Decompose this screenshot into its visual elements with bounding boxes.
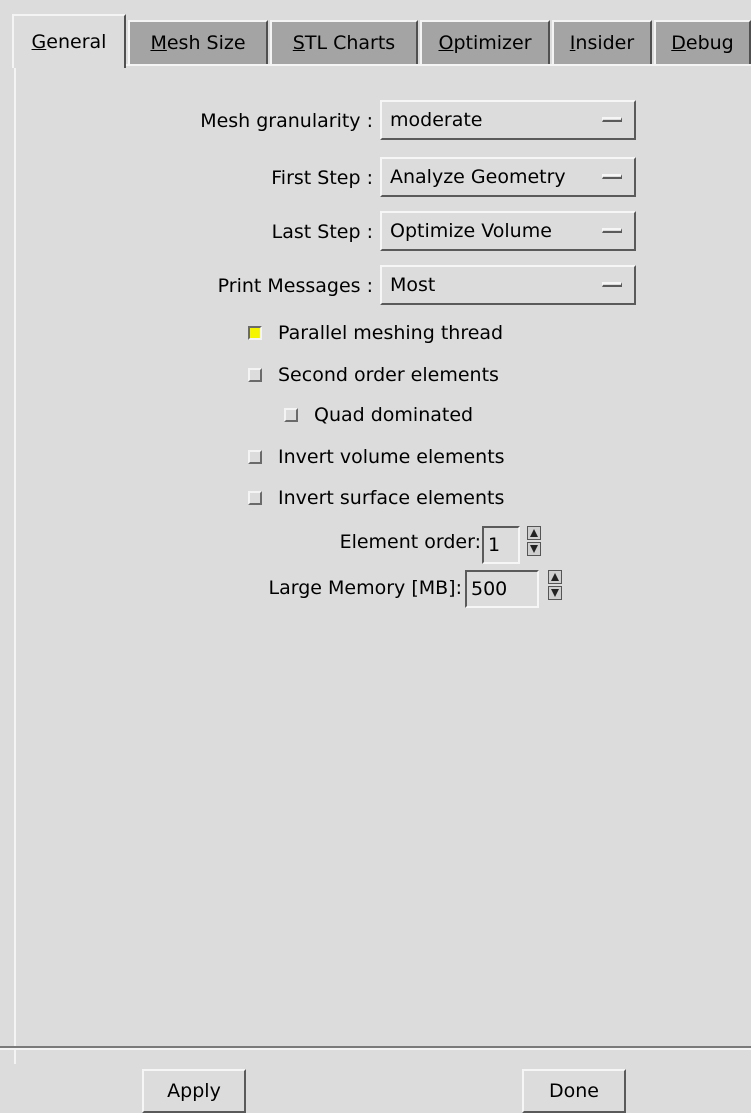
tab-insider-label: Insider <box>569 32 635 54</box>
tab-debug-label: Debug <box>671 32 734 54</box>
spin-down-icon[interactable] <box>527 542 541 556</box>
dropdown-indicator-icon <box>602 117 622 122</box>
spin-up-icon[interactable] <box>548 570 562 584</box>
tab-general-label: General <box>31 31 107 53</box>
element-order-label: Element order: <box>339 531 481 553</box>
invert-volume-checkbox-row[interactable]: Invert volume elements <box>248 446 505 468</box>
mesh-granularity-select[interactable]: moderate <box>380 100 636 140</box>
first-step-select[interactable]: Analyze Geometry <box>380 157 636 197</box>
spin-down-icon[interactable] <box>548 586 562 600</box>
apply-button[interactable]: Apply <box>142 1069 246 1113</box>
parallel-meshing-label: Parallel meshing thread <box>278 322 504 344</box>
invert-volume-label: Invert volume elements <box>278 446 505 468</box>
second-order-label: Second order elements <box>278 364 499 386</box>
mesh-granularity-label: Mesh granularity : <box>200 110 373 132</box>
tab-insider[interactable]: Insider <box>552 20 652 64</box>
apply-button-label: Apply <box>167 1080 221 1102</box>
invert-surface-checkbox[interactable] <box>248 491 262 505</box>
element-order-input[interactable]: 1 <box>482 526 520 564</box>
element-order-spinner <box>527 526 541 556</box>
parallel-meshing-checkbox[interactable] <box>248 326 262 340</box>
tab-optimizer-label: Optimizer <box>438 32 532 54</box>
first-step-value: Analyze Geometry <box>390 166 566 188</box>
done-button[interactable]: Done <box>522 1069 626 1113</box>
mesh-granularity-value: moderate <box>390 109 483 131</box>
last-step-label: Last Step : <box>271 221 373 243</box>
second-order-checkbox[interactable] <box>248 368 262 382</box>
print-messages-select[interactable]: Most <box>380 265 636 305</box>
dropdown-indicator-icon <box>602 228 622 233</box>
dropdown-indicator-icon <box>602 282 622 287</box>
tab-bar: General Mesh Size STL Charts Optimizer I… <box>0 0 751 68</box>
tab-optimizer[interactable]: Optimizer <box>420 20 550 64</box>
element-order-value: 1 <box>488 534 501 556</box>
large-memory-input[interactable]: 500 <box>465 570 539 608</box>
invert-surface-label: Invert surface elements <box>278 487 505 509</box>
large-memory-spinner <box>548 570 562 600</box>
last-step-select[interactable]: Optimize Volume <box>380 211 636 251</box>
dropdown-indicator-icon <box>602 174 622 179</box>
parallel-meshing-checkbox-row[interactable]: Parallel meshing thread <box>248 322 503 344</box>
bottom-separator-highlight <box>0 1048 751 1050</box>
last-step-value: Optimize Volume <box>390 220 552 242</box>
tab-mesh-size-label: Mesh Size <box>150 32 246 54</box>
done-button-label: Done <box>549 1080 599 1102</box>
quad-dominated-label: Quad dominated <box>314 404 474 426</box>
second-order-checkbox-row[interactable]: Second order elements <box>248 364 499 386</box>
print-messages-value: Most <box>390 274 436 296</box>
tab-stl-charts[interactable]: STL Charts <box>270 20 418 64</box>
quad-dominated-checkbox[interactable] <box>284 408 298 422</box>
tab-general[interactable]: General <box>12 14 126 68</box>
first-step-label: First Step : <box>271 167 373 189</box>
quad-dominated-checkbox-row[interactable]: Quad dominated <box>284 404 473 426</box>
tab-debug[interactable]: Debug <box>654 20 751 64</box>
invert-volume-checkbox[interactable] <box>248 450 262 464</box>
tab-stl-charts-label: STL Charts <box>292 32 396 54</box>
invert-surface-checkbox-row[interactable]: Invert surface elements <box>248 487 504 509</box>
spin-up-icon[interactable] <box>527 526 541 540</box>
large-memory-value: 500 <box>471 578 508 600</box>
large-memory-label: Large Memory [MB]: <box>268 577 462 599</box>
tab-mesh-size[interactable]: Mesh Size <box>128 20 268 64</box>
print-messages-label: Print Messages : <box>217 275 373 297</box>
